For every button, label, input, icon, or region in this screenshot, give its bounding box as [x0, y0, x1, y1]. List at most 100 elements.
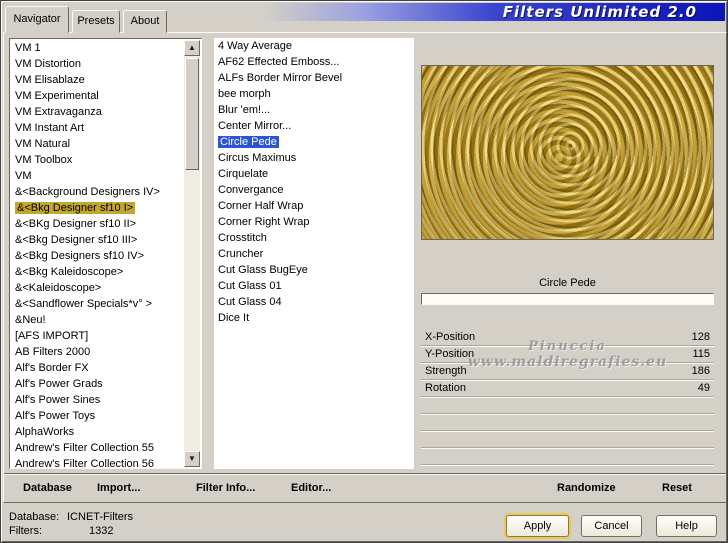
list-item-label: VM Toolbox [15, 154, 73, 166]
list-item[interactable]: Blur 'em!... [214, 102, 414, 118]
import-button[interactable]: Import... [97, 482, 140, 494]
cancel-button[interactable]: Cancel [581, 515, 642, 537]
category-scrollbar[interactable]: ▲ ▼ [184, 40, 200, 467]
filter-info-button[interactable]: Filter Info... [196, 482, 255, 494]
list-item[interactable]: Alf's Power Toys [11, 408, 184, 424]
list-item[interactable]: &<Kaleidoscope> [11, 280, 184, 296]
list-item[interactable]: VM Toolbox [11, 152, 184, 168]
list-item-label: VM Instant Art [15, 122, 85, 134]
list-item[interactable]: VM [11, 168, 184, 184]
list-item[interactable]: VM Instant Art [11, 120, 184, 136]
list-item[interactable]: Center Mirror... [214, 118, 414, 134]
list-item-label: &<Bkg Kaleidoscope> [15, 266, 124, 278]
list-item-label: Cruncher [218, 248, 264, 260]
list-item-label: ALFs Border Mirror Bevel [218, 72, 343, 84]
list-item[interactable]: Andrew's Filter Collection 55 [11, 440, 184, 456]
parameter-label: Y-Position [425, 348, 475, 360]
list-item-label: Circus Maximus [218, 152, 297, 164]
list-item[interactable]: Cut Glass 01 [214, 278, 414, 294]
parameter-row-empty [421, 414, 714, 431]
list-item-label: VM Distortion [15, 58, 82, 70]
status-filters-label: Filters: [9, 525, 42, 537]
list-item-label: VM [15, 170, 32, 182]
toolbar: Database Import... Filter Info... Editor… [4, 473, 726, 502]
list-item[interactable]: Andrew's Filter Collection 56 [11, 456, 184, 467]
list-item[interactable]: &Neu! [11, 312, 184, 328]
randomize-button[interactable]: Randomize [557, 482, 616, 494]
editor-button[interactable]: Editor... [291, 482, 331, 494]
parameter-row[interactable]: Y-Position 115 [421, 346, 714, 363]
list-item-label: [AFS IMPORT] [15, 330, 89, 342]
list-item[interactable]: VM Elisablaze [11, 72, 184, 88]
reset-button[interactable]: Reset [662, 482, 692, 494]
tab-presets-label: Presets [77, 15, 115, 27]
tab-about[interactable]: About [123, 10, 167, 33]
list-item[interactable]: VM Natural [11, 136, 184, 152]
scroll-down-icon[interactable]: ▼ [184, 451, 200, 467]
list-item-label: AB Filters 2000 [15, 346, 91, 358]
parameter-row[interactable]: X-Position 128 [421, 329, 714, 346]
list-item[interactable]: Circus Maximus [214, 150, 414, 166]
list-item[interactable]: Alf's Border FX [11, 360, 184, 376]
list-item[interactable]: Crosstitch [214, 230, 414, 246]
parameter-row-empty [421, 448, 714, 465]
list-item[interactable]: Cut Glass BugEye [214, 262, 414, 278]
filter-listbox[interactable]: 4 Way Average AF62 Effected Emboss... ALFs… [214, 38, 414, 469]
scrollbar-thumb[interactable] [185, 58, 199, 170]
parameter-label: Rotation [425, 382, 466, 394]
tab-about-label: About [130, 15, 160, 27]
list-item-label: VM Natural [15, 138, 71, 150]
list-item[interactable]: Cirquelate [214, 166, 414, 182]
list-item[interactable]: &<Bkg Kaleidoscope> [11, 264, 184, 280]
list-item-label: &<Background Designers IV> [15, 186, 160, 198]
database-button[interactable]: Database [23, 482, 72, 494]
list-item-label: Convergance [218, 184, 284, 196]
list-item[interactable]: Circle Pede [214, 134, 414, 150]
category-listbox[interactable]: VM 1 VM Distortion VM Elisablaze VM Experim… [9, 38, 202, 469]
help-button[interactable]: Help [656, 515, 717, 537]
list-item-label: Cirquelate [218, 168, 269, 180]
tab-presets[interactable]: Presets [72, 10, 120, 33]
list-item[interactable]: Cut Glass 04 [214, 294, 414, 310]
parameter-table: X-Position 128 Y-Position 115 Strength 186 Rot… [421, 329, 714, 465]
parameter-row[interactable]: Strength 186 [421, 363, 714, 380]
list-item[interactable]: Corner Half Wrap [214, 198, 414, 214]
list-item[interactable]: &<Bkg Designer sf10 III> [11, 232, 184, 248]
list-item[interactable]: Convergance [214, 182, 414, 198]
parameter-value: 115 [692, 348, 710, 360]
status-database-value: ICNET-Filters [67, 511, 133, 523]
list-item[interactable]: AB Filters 2000 [11, 344, 184, 360]
list-item[interactable]: &<BKg Designer sf10 II> [11, 216, 184, 232]
parameter-row[interactable]: Rotation 49 [421, 380, 714, 397]
scroll-up-icon[interactable]: ▲ [184, 40, 200, 56]
apply-button[interactable]: Apply [506, 515, 569, 537]
list-item[interactable]: Alf's Power Grads [11, 376, 184, 392]
list-item[interactable]: Corner Right Wrap [214, 214, 414, 230]
parameter-value: 49 [697, 382, 710, 394]
list-item[interactable]: ALFs Border Mirror Bevel [214, 70, 414, 86]
preview-image [421, 65, 714, 240]
parameter-label: Strength [425, 365, 467, 377]
list-item[interactable]: Alf's Power Sines [11, 392, 184, 408]
list-item-label: Blur 'em!... [218, 104, 271, 116]
list-item[interactable]: bee morph [214, 86, 414, 102]
list-item[interactable]: VM 1 [11, 40, 184, 56]
list-item-label: &<Kaleidoscope> [15, 282, 102, 294]
list-item[interactable]: &<Bkg Designer sf10 I> [11, 200, 184, 216]
list-item[interactable]: AF62 Effected Emboss... [214, 54, 414, 70]
list-item[interactable]: Dice It [214, 310, 414, 326]
list-item[interactable]: AlphaWorks [11, 424, 184, 440]
filters-unlimited-window: Filters Unlimited 2.0 Navigator Presets … [0, 0, 728, 543]
list-item[interactable]: &<Background Designers IV> [11, 184, 184, 200]
list-item-label: VM Experimental [15, 90, 99, 102]
list-item[interactable]: VM Extravaganza [11, 104, 184, 120]
list-item[interactable]: VM Experimental [11, 88, 184, 104]
list-item[interactable]: &<Sandflower Specials*v° > [11, 296, 184, 312]
tab-navigator[interactable]: Navigator [5, 6, 69, 33]
list-item[interactable]: &<Bkg Designers sf10 IV> [11, 248, 184, 264]
list-item[interactable]: 4 Way Average [214, 38, 414, 54]
list-item[interactable]: [AFS IMPORT] [11, 328, 184, 344]
list-item[interactable]: VM Distortion [11, 56, 184, 72]
list-item[interactable]: Cruncher [214, 246, 414, 262]
tab-navigator-label: Navigator [13, 13, 61, 25]
